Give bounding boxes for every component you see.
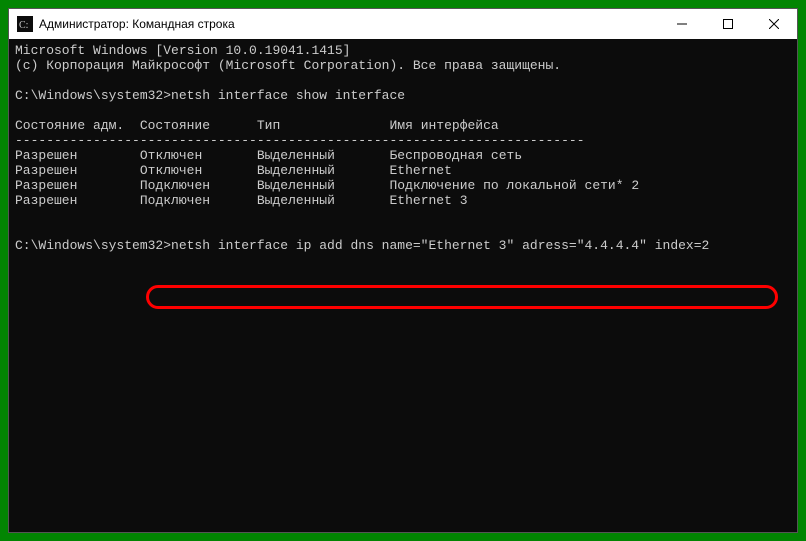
- minimize-button[interactable]: [659, 9, 705, 39]
- prompt-1-path: C:\Windows\system32>: [15, 88, 171, 103]
- highlight-annotation: [146, 285, 778, 309]
- table-header-row: Состояние адм. Состояние Тип Имя интерфе…: [15, 118, 499, 133]
- titlebar[interactable]: C: Администратор: Командная строка: [9, 9, 797, 39]
- table-row: Разрешен Подключен Выделенный Ethernet 3: [15, 193, 468, 208]
- command-prompt-window: C: Администратор: Командная строка Micro…: [8, 8, 798, 533]
- maximize-button[interactable]: [705, 9, 751, 39]
- prompt-1-command: netsh interface show interface: [171, 88, 405, 103]
- window-title: Администратор: Командная строка: [39, 17, 659, 31]
- cmd-icon: C:: [17, 16, 33, 32]
- col-type: Тип: [257, 118, 280, 133]
- prompt-2-command: netsh interface ip add dns name="Etherne…: [171, 238, 709, 253]
- table-separator: ----------------------------------------…: [15, 133, 585, 148]
- table-row: Разрешен Отключен Выделенный Беспроводна…: [15, 148, 522, 163]
- table-row: Разрешен Отключен Выделенный Ethernet: [15, 163, 452, 178]
- close-button[interactable]: [751, 9, 797, 39]
- col-state: Состояние: [140, 118, 210, 133]
- banner-line-2: (c) Корпорация Майкрософт (Microsoft Cor…: [15, 58, 561, 73]
- col-admin-state: Состояние адм.: [15, 118, 124, 133]
- table-row: Разрешен Подключен Выделенный Подключени…: [15, 178, 639, 193]
- col-interface-name: Имя интерфейса: [389, 118, 498, 133]
- window-controls: [659, 9, 797, 39]
- svg-text:C:: C:: [19, 20, 28, 31]
- banner-line-1: Microsoft Windows [Version 10.0.19041.14…: [15, 43, 350, 58]
- prompt-2-path: C:\Windows\system32>: [15, 238, 171, 253]
- terminal-output[interactable]: Microsoft Windows [Version 10.0.19041.14…: [9, 39, 797, 532]
